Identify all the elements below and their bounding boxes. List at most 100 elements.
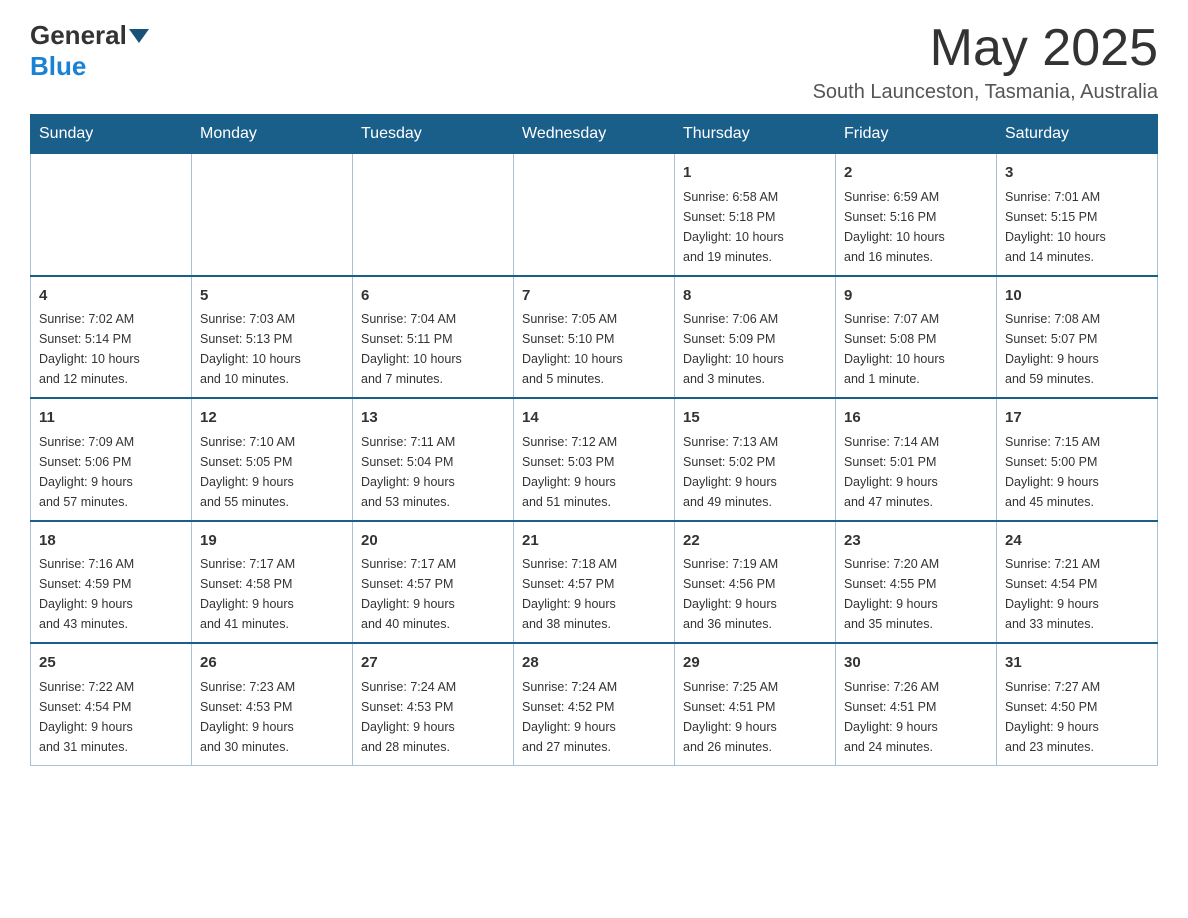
- day-number: 25: [39, 652, 183, 675]
- day-number: 27: [361, 652, 505, 675]
- calendar-day-cell: 13Sunrise: 7:11 AMSunset: 5:04 PMDayligh…: [353, 398, 514, 521]
- day-number: 2: [844, 162, 988, 185]
- calendar-day-cell: 24Sunrise: 7:21 AMSunset: 4:54 PMDayligh…: [997, 521, 1158, 644]
- calendar-day-cell: 10Sunrise: 7:08 AMSunset: 5:07 PMDayligh…: [997, 276, 1158, 399]
- day-info: Sunrise: 7:24 AMSunset: 4:52 PMDaylight:…: [522, 677, 666, 757]
- day-of-week-header: Wednesday: [514, 115, 675, 154]
- day-number: 22: [683, 530, 827, 553]
- title-section: May 2025 South Launceston, Tasmania, Aus…: [813, 20, 1158, 104]
- day-number: 28: [522, 652, 666, 675]
- calendar-week-row: 4Sunrise: 7:02 AMSunset: 5:14 PMDaylight…: [31, 276, 1158, 399]
- day-info: Sunrise: 7:13 AMSunset: 5:02 PMDaylight:…: [683, 432, 827, 512]
- day-info: Sunrise: 7:04 AMSunset: 5:11 PMDaylight:…: [361, 309, 505, 389]
- calendar-day-cell: 17Sunrise: 7:15 AMSunset: 5:00 PMDayligh…: [997, 398, 1158, 521]
- calendar-day-cell: 29Sunrise: 7:25 AMSunset: 4:51 PMDayligh…: [675, 643, 836, 765]
- logo: General Blue: [30, 20, 151, 82]
- day-info: Sunrise: 7:15 AMSunset: 5:00 PMDaylight:…: [1005, 432, 1149, 512]
- calendar-week-row: 18Sunrise: 7:16 AMSunset: 4:59 PMDayligh…: [31, 521, 1158, 644]
- day-info: Sunrise: 6:59 AMSunset: 5:16 PMDaylight:…: [844, 187, 988, 267]
- calendar-day-cell: [353, 154, 514, 276]
- calendar-day-cell: 7Sunrise: 7:05 AMSunset: 5:10 PMDaylight…: [514, 276, 675, 399]
- day-number: 19: [200, 530, 344, 553]
- day-of-week-header: Friday: [836, 115, 997, 154]
- calendar-day-cell: 6Sunrise: 7:04 AMSunset: 5:11 PMDaylight…: [353, 276, 514, 399]
- day-number: 23: [844, 530, 988, 553]
- day-number: 13: [361, 407, 505, 430]
- day-number: 11: [39, 407, 183, 430]
- day-of-week-header: Sunday: [31, 115, 192, 154]
- day-info: Sunrise: 7:07 AMSunset: 5:08 PMDaylight:…: [844, 309, 988, 389]
- day-info: Sunrise: 7:16 AMSunset: 4:59 PMDaylight:…: [39, 554, 183, 634]
- calendar-day-cell: 4Sunrise: 7:02 AMSunset: 5:14 PMDaylight…: [31, 276, 192, 399]
- day-number: 16: [844, 407, 988, 430]
- calendar-day-cell: 28Sunrise: 7:24 AMSunset: 4:52 PMDayligh…: [514, 643, 675, 765]
- calendar-day-cell: 3Sunrise: 7:01 AMSunset: 5:15 PMDaylight…: [997, 154, 1158, 276]
- day-number: 7: [522, 285, 666, 308]
- day-number: 26: [200, 652, 344, 675]
- day-info: Sunrise: 7:10 AMSunset: 5:05 PMDaylight:…: [200, 432, 344, 512]
- calendar-header-row: SundayMondayTuesdayWednesdayThursdayFrid…: [31, 115, 1158, 154]
- day-info: Sunrise: 7:14 AMSunset: 5:01 PMDaylight:…: [844, 432, 988, 512]
- calendar-day-cell: 25Sunrise: 7:22 AMSunset: 4:54 PMDayligh…: [31, 643, 192, 765]
- day-of-week-header: Saturday: [997, 115, 1158, 154]
- day-number: 30: [844, 652, 988, 675]
- day-info: Sunrise: 7:17 AMSunset: 4:58 PMDaylight:…: [200, 554, 344, 634]
- logo-blue-text: Blue: [30, 51, 86, 82]
- day-info: Sunrise: 7:26 AMSunset: 4:51 PMDaylight:…: [844, 677, 988, 757]
- calendar-day-cell: 9Sunrise: 7:07 AMSunset: 5:08 PMDaylight…: [836, 276, 997, 399]
- day-number: 3: [1005, 162, 1149, 185]
- calendar-day-cell: 26Sunrise: 7:23 AMSunset: 4:53 PMDayligh…: [192, 643, 353, 765]
- calendar-day-cell: 31Sunrise: 7:27 AMSunset: 4:50 PMDayligh…: [997, 643, 1158, 765]
- day-info: Sunrise: 7:20 AMSunset: 4:55 PMDaylight:…: [844, 554, 988, 634]
- calendar-day-cell: [31, 154, 192, 276]
- location-title: South Launceston, Tasmania, Australia: [813, 81, 1158, 104]
- logo-general-text: General: [30, 20, 127, 51]
- day-number: 18: [39, 530, 183, 553]
- calendar-day-cell: 1Sunrise: 6:58 AMSunset: 5:18 PMDaylight…: [675, 154, 836, 276]
- calendar-day-cell: 30Sunrise: 7:26 AMSunset: 4:51 PMDayligh…: [836, 643, 997, 765]
- calendar-day-cell: [192, 154, 353, 276]
- calendar-day-cell: 19Sunrise: 7:17 AMSunset: 4:58 PMDayligh…: [192, 521, 353, 644]
- day-info: Sunrise: 7:21 AMSunset: 4:54 PMDaylight:…: [1005, 554, 1149, 634]
- day-info: Sunrise: 7:22 AMSunset: 4:54 PMDaylight:…: [39, 677, 183, 757]
- day-info: Sunrise: 6:58 AMSunset: 5:18 PMDaylight:…: [683, 187, 827, 267]
- calendar-week-row: 25Sunrise: 7:22 AMSunset: 4:54 PMDayligh…: [31, 643, 1158, 765]
- day-info: Sunrise: 7:23 AMSunset: 4:53 PMDaylight:…: [200, 677, 344, 757]
- calendar-day-cell: [514, 154, 675, 276]
- month-title: May 2025: [813, 20, 1158, 77]
- day-number: 8: [683, 285, 827, 308]
- calendar-day-cell: 22Sunrise: 7:19 AMSunset: 4:56 PMDayligh…: [675, 521, 836, 644]
- day-info: Sunrise: 7:24 AMSunset: 4:53 PMDaylight:…: [361, 677, 505, 757]
- day-info: Sunrise: 7:01 AMSunset: 5:15 PMDaylight:…: [1005, 187, 1149, 267]
- calendar-day-cell: 21Sunrise: 7:18 AMSunset: 4:57 PMDayligh…: [514, 521, 675, 644]
- day-info: Sunrise: 7:25 AMSunset: 4:51 PMDaylight:…: [683, 677, 827, 757]
- day-info: Sunrise: 7:05 AMSunset: 5:10 PMDaylight:…: [522, 309, 666, 389]
- day-number: 14: [522, 407, 666, 430]
- day-number: 5: [200, 285, 344, 308]
- day-info: Sunrise: 7:17 AMSunset: 4:57 PMDaylight:…: [361, 554, 505, 634]
- day-number: 6: [361, 285, 505, 308]
- page-header: General Blue May 2025 South Launceston, …: [30, 20, 1158, 104]
- day-info: Sunrise: 7:03 AMSunset: 5:13 PMDaylight:…: [200, 309, 344, 389]
- day-info: Sunrise: 7:11 AMSunset: 5:04 PMDaylight:…: [361, 432, 505, 512]
- day-number: 12: [200, 407, 344, 430]
- day-info: Sunrise: 7:12 AMSunset: 5:03 PMDaylight:…: [522, 432, 666, 512]
- day-number: 17: [1005, 407, 1149, 430]
- day-of-week-header: Monday: [192, 115, 353, 154]
- day-info: Sunrise: 7:02 AMSunset: 5:14 PMDaylight:…: [39, 309, 183, 389]
- calendar-table: SundayMondayTuesdayWednesdayThursdayFrid…: [30, 114, 1158, 766]
- day-number: 9: [844, 285, 988, 308]
- day-info: Sunrise: 7:06 AMSunset: 5:09 PMDaylight:…: [683, 309, 827, 389]
- calendar-day-cell: 12Sunrise: 7:10 AMSunset: 5:05 PMDayligh…: [192, 398, 353, 521]
- day-info: Sunrise: 7:08 AMSunset: 5:07 PMDaylight:…: [1005, 309, 1149, 389]
- calendar-day-cell: 16Sunrise: 7:14 AMSunset: 5:01 PMDayligh…: [836, 398, 997, 521]
- calendar-week-row: 11Sunrise: 7:09 AMSunset: 5:06 PMDayligh…: [31, 398, 1158, 521]
- day-number: 31: [1005, 652, 1149, 675]
- day-number: 10: [1005, 285, 1149, 308]
- day-info: Sunrise: 7:27 AMSunset: 4:50 PMDaylight:…: [1005, 677, 1149, 757]
- calendar-week-row: 1Sunrise: 6:58 AMSunset: 5:18 PMDaylight…: [31, 154, 1158, 276]
- logo-triangle-icon: [129, 29, 149, 43]
- day-of-week-header: Tuesday: [353, 115, 514, 154]
- calendar-day-cell: 11Sunrise: 7:09 AMSunset: 5:06 PMDayligh…: [31, 398, 192, 521]
- day-info: Sunrise: 7:09 AMSunset: 5:06 PMDaylight:…: [39, 432, 183, 512]
